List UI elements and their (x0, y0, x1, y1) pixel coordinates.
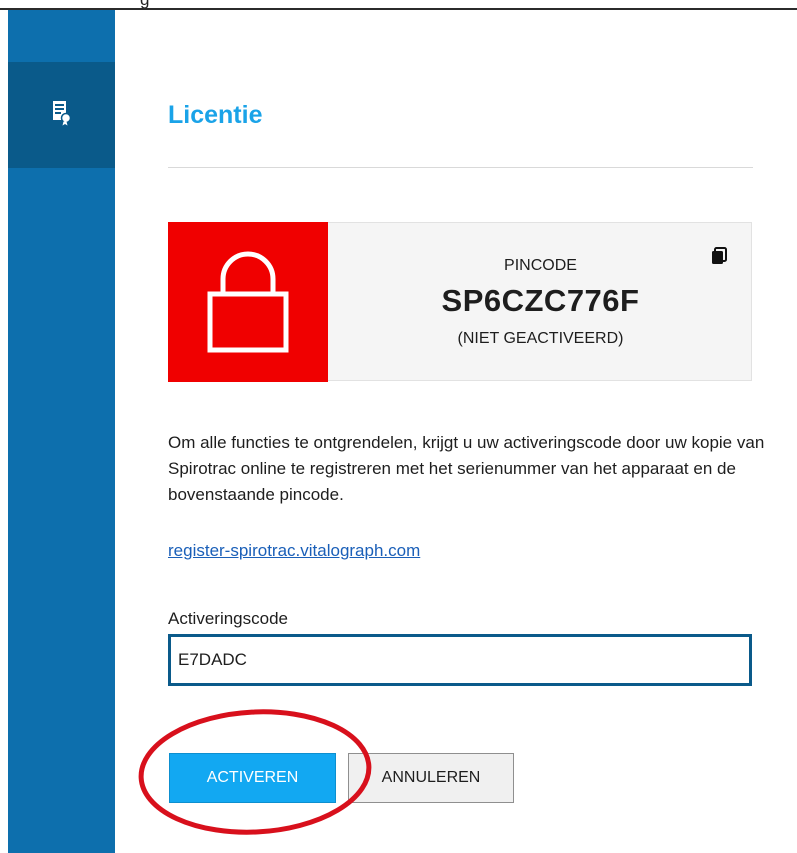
license-certificate-icon (53, 101, 72, 126)
top-window-fragment: g (0, 0, 797, 10)
red-annotation-circle (138, 709, 372, 835)
sidebar (8, 10, 115, 853)
activation-code-label: Activeringscode (168, 609, 289, 628)
title-divider (168, 167, 753, 168)
pin-status: (NIET GEACTIVEERD) (457, 330, 624, 347)
cancel-button[interactable]: ANNULEREN (348, 753, 514, 803)
activate-button[interactable]: ACTIVEREN (169, 753, 336, 803)
top-text-fragment: g (140, 0, 149, 8)
padlock-icon (207, 251, 289, 353)
page-title: Licentie (168, 101, 263, 129)
pin-label: PINCODE (504, 257, 577, 274)
register-link[interactable]: register-spirotrac.vitalograph.com (168, 541, 420, 561)
activation-code-input[interactable] (168, 634, 752, 686)
copy-icon[interactable] (711, 247, 727, 265)
pin-code: SP6CZC776F (441, 283, 640, 318)
pin-card: PINCODE SP6CZC776F (NIET GEACTIVEERD) (168, 222, 752, 382)
lock-panel (168, 222, 328, 382)
sidebar-item-license[interactable] (8, 62, 115, 168)
activation-instructions: Om alle functies te ontgrendelen, krijgt… (168, 433, 765, 504)
